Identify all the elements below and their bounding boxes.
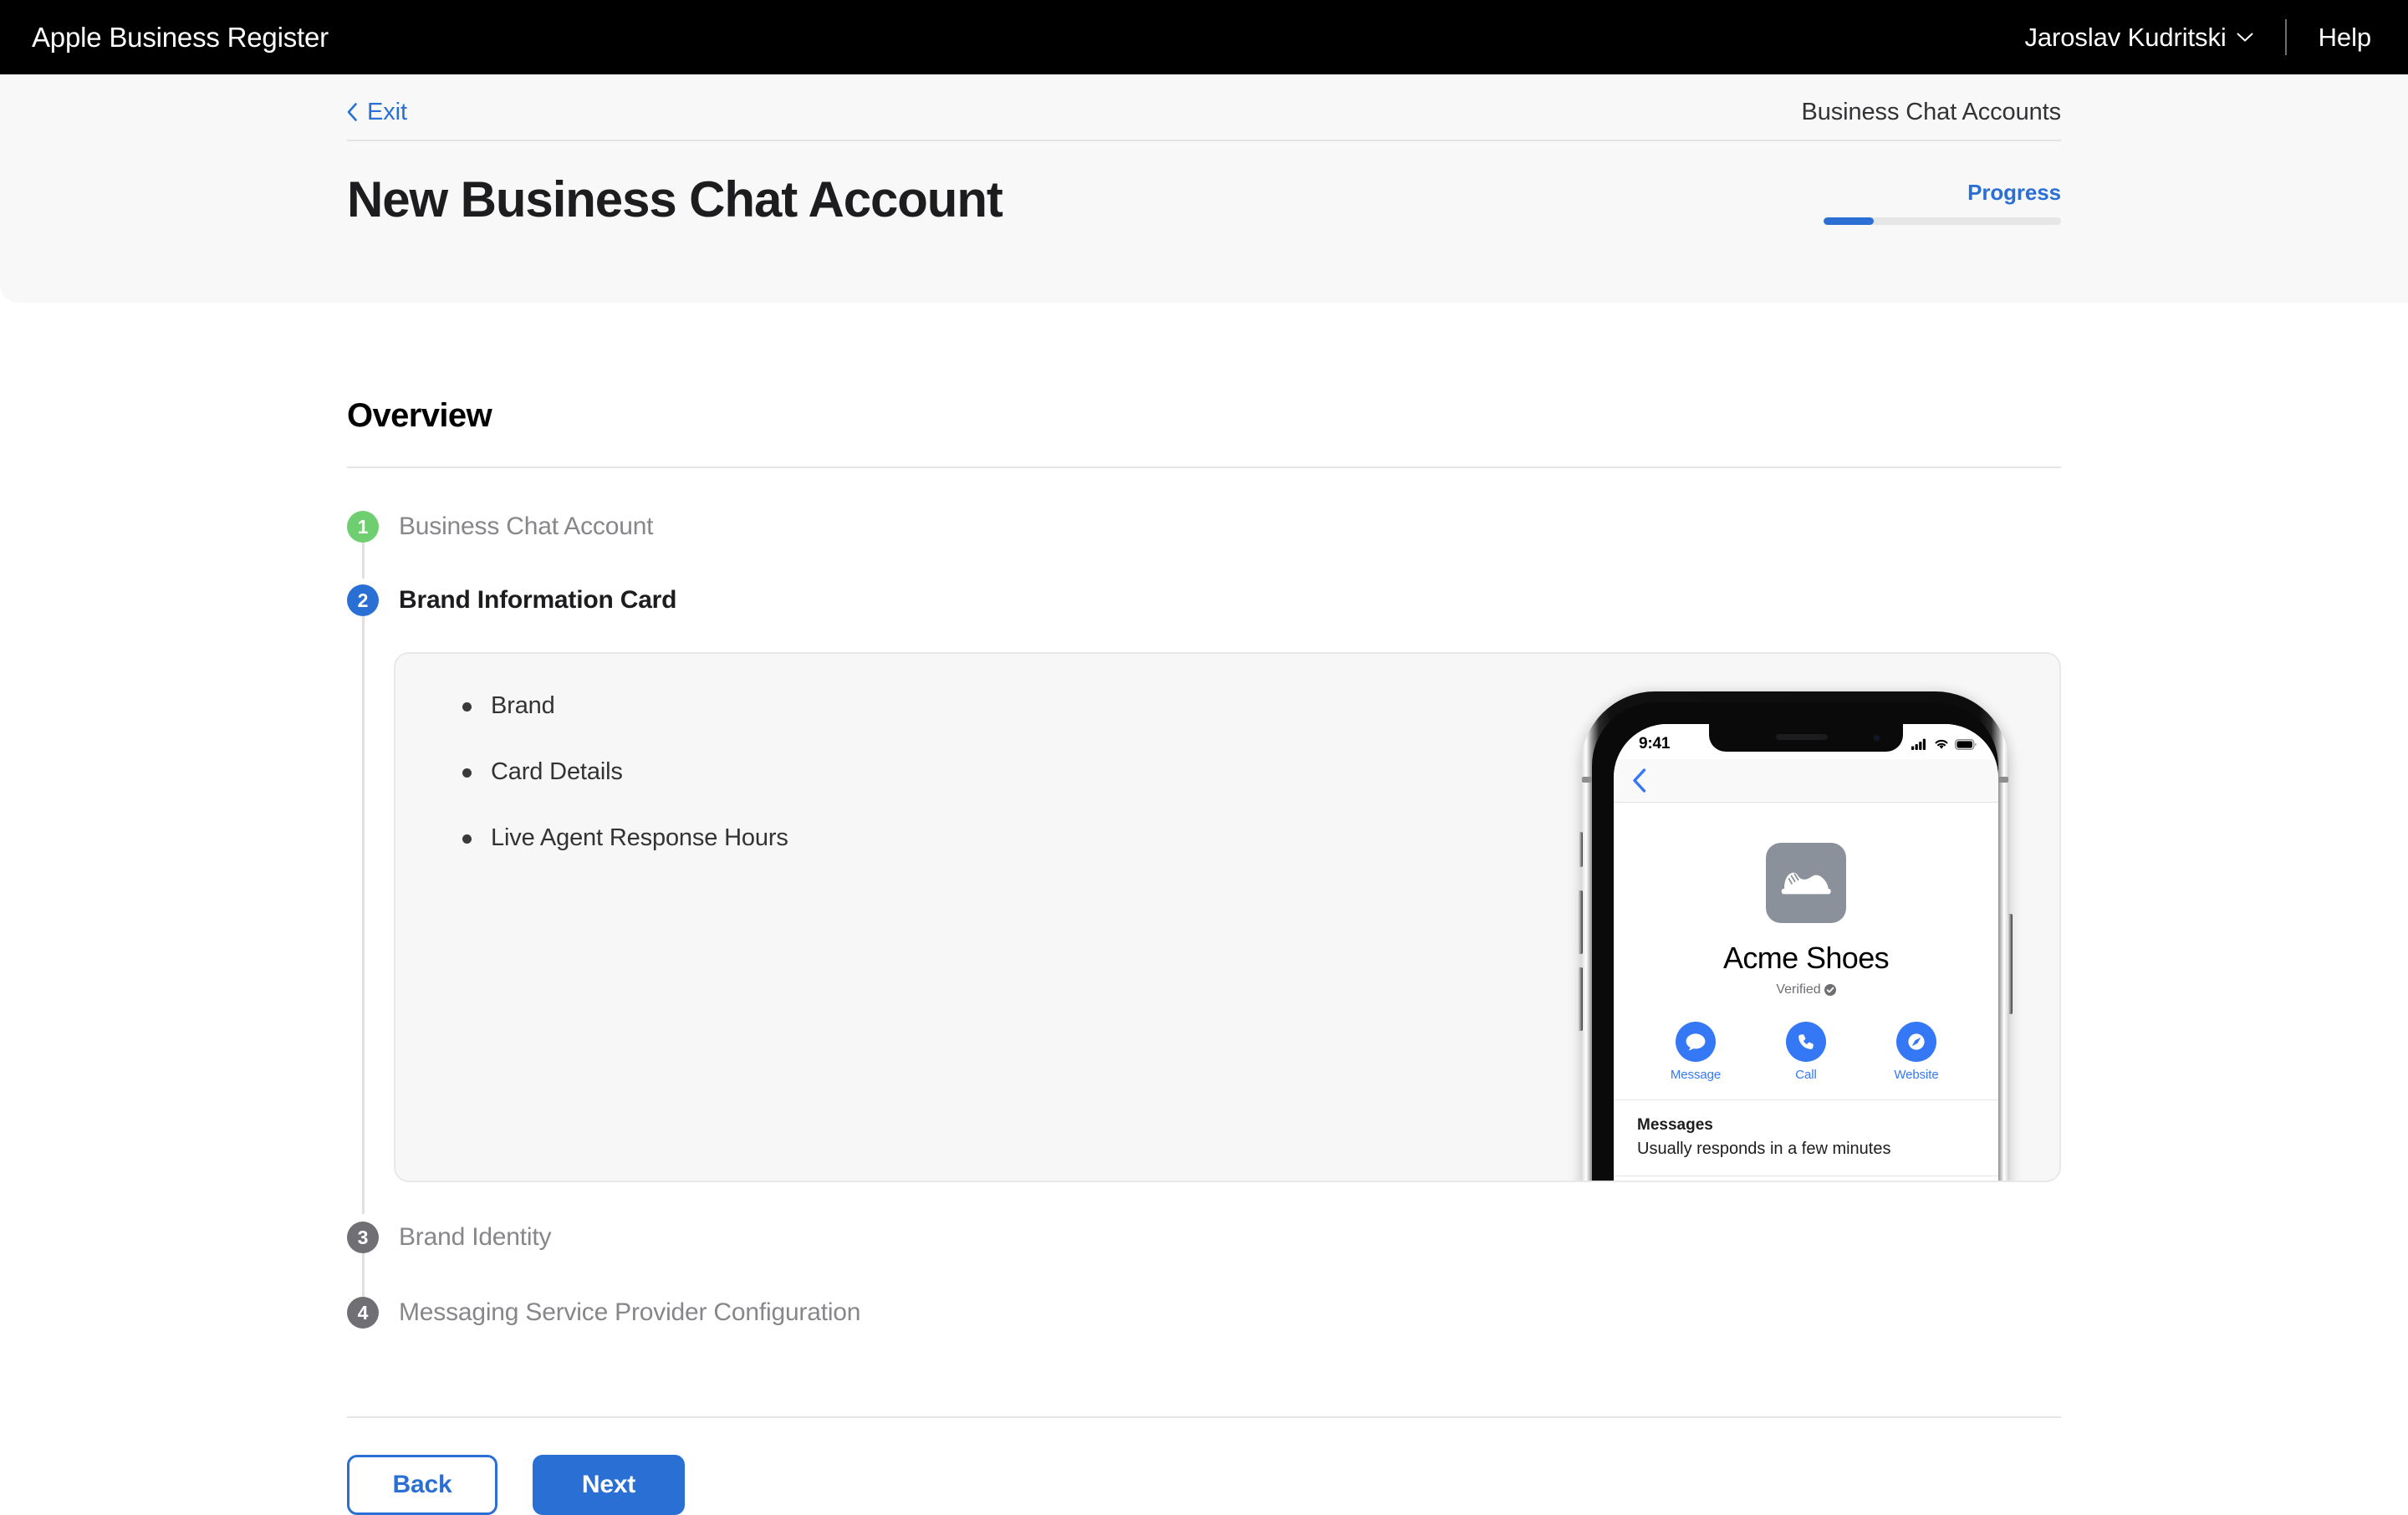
app-title: Apple Business Register	[32, 22, 329, 53]
step-label-4: Messaging Service Provider Configuration	[399, 1298, 861, 1326]
sneaker-icon	[1781, 872, 1831, 895]
brand-action-buttons: Message Call Website	[1614, 1022, 1998, 1100]
step-badge-4: 4	[347, 1297, 379, 1329]
step-label-3: Brand Identity	[399, 1223, 552, 1251]
step-badge-1: 1	[347, 511, 379, 543]
exit-button[interactable]: Exit	[347, 99, 407, 131]
website-label: Website	[1894, 1068, 1939, 1082]
step-item-2[interactable]: 2 Brand Information Card	[347, 584, 2061, 620]
action-message[interactable]: Message	[1666, 1022, 1726, 1081]
exit-label: Exit	[367, 98, 407, 125]
step-label-2: Brand Information Card	[399, 586, 677, 614]
step-connector	[362, 615, 365, 1214]
step-badge-3: 3	[347, 1222, 379, 1253]
phone-antenna-band-right	[1998, 777, 2008, 783]
action-website[interactable]: Website	[1886, 1022, 1946, 1081]
progress-label: Progress	[1967, 180, 2061, 205]
page-header-band: Exit Business Chat Accounts New Business…	[0, 74, 2408, 303]
brand-logo	[1766, 843, 1846, 923]
nav-divider	[2284, 19, 2287, 55]
next-button[interactable]: Next	[533, 1455, 685, 1515]
wifi-icon	[1935, 739, 1948, 749]
global-nav-right-group: Jaroslav Kudritski Help	[2025, 19, 2371, 55]
message-button[interactable]	[1676, 1022, 1716, 1062]
page-title-row: New Business Chat Account Progress	[347, 165, 2061, 257]
step-badge-2: 2	[347, 584, 379, 616]
global-navigation-bar: Apple Business Register Jaroslav Kudrits…	[0, 0, 2408, 74]
info-row-phone[interactable]: Phone	[1614, 1176, 1998, 1181]
phone-mute-switch-icon	[1579, 832, 1583, 867]
page-header-inner: Exit Business Chat Accounts New Business…	[347, 74, 2061, 303]
chevron-left-icon	[347, 103, 357, 121]
brand-name: Acme Shoes	[1722, 941, 1890, 975]
account-menu-button[interactable]: Jaroslav Kudritski	[2025, 23, 2253, 53]
card-feature-item: Card Details	[461, 760, 788, 784]
account-name-label: Jaroslav Kudritski	[2024, 22, 2227, 52]
info-row-title: Messages	[1637, 1116, 1713, 1134]
phone-nav-header	[1614, 759, 1998, 803]
verified-label: Verified	[1776, 982, 1821, 997]
section-title-overview: Overview	[347, 397, 492, 434]
message-label: Message	[1670, 1068, 1722, 1082]
step-label-1: Business Chat Account	[399, 513, 654, 540]
step-connector	[362, 542, 365, 579]
iphone-mockup: 9:41 Acme Shoes Verified Message Call We…	[1578, 691, 2013, 1181]
progress-fill	[1824, 217, 1874, 225]
chevron-down-icon	[2237, 33, 2253, 42]
footer-actions: Back Next	[347, 1418, 2061, 1515]
message-bubble-icon	[1686, 1033, 1706, 1051]
phone-volume-down-button-icon	[1578, 967, 1583, 1031]
phone-antenna-band-left	[1582, 777, 1592, 783]
step-item-3[interactable]: 3 Brand Identity	[347, 1221, 2061, 1257]
earpiece-speaker-icon	[1776, 734, 1829, 740]
card-feature-list: Brand Card Details Live Agent Response Hou…	[461, 694, 788, 892]
phone-handset-icon	[1798, 1034, 1814, 1049]
step-item-1[interactable]: 1 Business Chat Account	[347, 510, 2061, 547]
breadcrumb: Exit Business Chat Accounts	[347, 89, 2061, 141]
phone-screen: 9:41 Acme Shoes Verified Message Call We…	[1614, 724, 1998, 1181]
phone-notch	[1709, 724, 1903, 752]
card-feature-item: Brand	[461, 694, 788, 718]
compass-icon	[1908, 1033, 1925, 1050]
brand-information-card-preview: Brand Card Details Live Agent Response Hou…	[394, 652, 2061, 1182]
phone-volume-up-button-icon	[1578, 890, 1583, 954]
overview-stepper: 1 Business Chat Account 2 Brand Informat…	[347, 468, 2061, 1333]
brand-card-body: Acme Shoes Verified Message Call Website…	[1614, 803, 1998, 1181]
cellular-signal-icon	[1911, 738, 1926, 750]
info-row-messages[interactable]: Messages Usually responds in a few minut…	[1614, 1100, 1998, 1176]
help-link[interactable]: Help	[2319, 23, 2371, 53]
back-chevron-icon[interactable]	[1632, 768, 1646, 793]
main-content: Overview 1 Business Chat Account 2 Brand…	[347, 303, 2061, 1515]
page-title: New Business Chat Account	[347, 171, 1003, 227]
step-item-4[interactable]: 4 Messaging Service Provider Configurati…	[347, 1296, 2061, 1333]
phone-body: 9:41 Acme Shoes Verified Message Call We…	[1578, 691, 2013, 1181]
phone-power-button-icon	[2008, 914, 2013, 1014]
phone-bezel: 9:41 Acme Shoes Verified Message Call We…	[1592, 702, 1998, 1181]
front-camera-icon	[1872, 733, 1881, 742]
battery-icon	[1955, 738, 1977, 750]
action-call[interactable]: Call	[1776, 1022, 1836, 1081]
status-bar-icons	[1911, 738, 1977, 750]
progress-track	[1824, 217, 2061, 225]
back-button[interactable]: Back	[347, 1455, 497, 1515]
info-row-subtitle: Usually responds in a few minutes	[1637, 1139, 1891, 1158]
status-bar-time: 9:41	[1639, 735, 1671, 752]
call-label: Call	[1795, 1068, 1817, 1082]
card-feature-item: Live Agent Response Hours	[461, 826, 788, 850]
breadcrumb-current[interactable]: Business Chat Accounts	[1801, 99, 2061, 131]
verified-status: Verified	[1614, 983, 1998, 997]
website-button[interactable]	[1896, 1022, 1936, 1062]
call-button[interactable]	[1786, 1022, 1826, 1062]
verified-checkmark-icon	[1824, 984, 1836, 996]
progress-indicator: Progress	[1824, 165, 2061, 225]
